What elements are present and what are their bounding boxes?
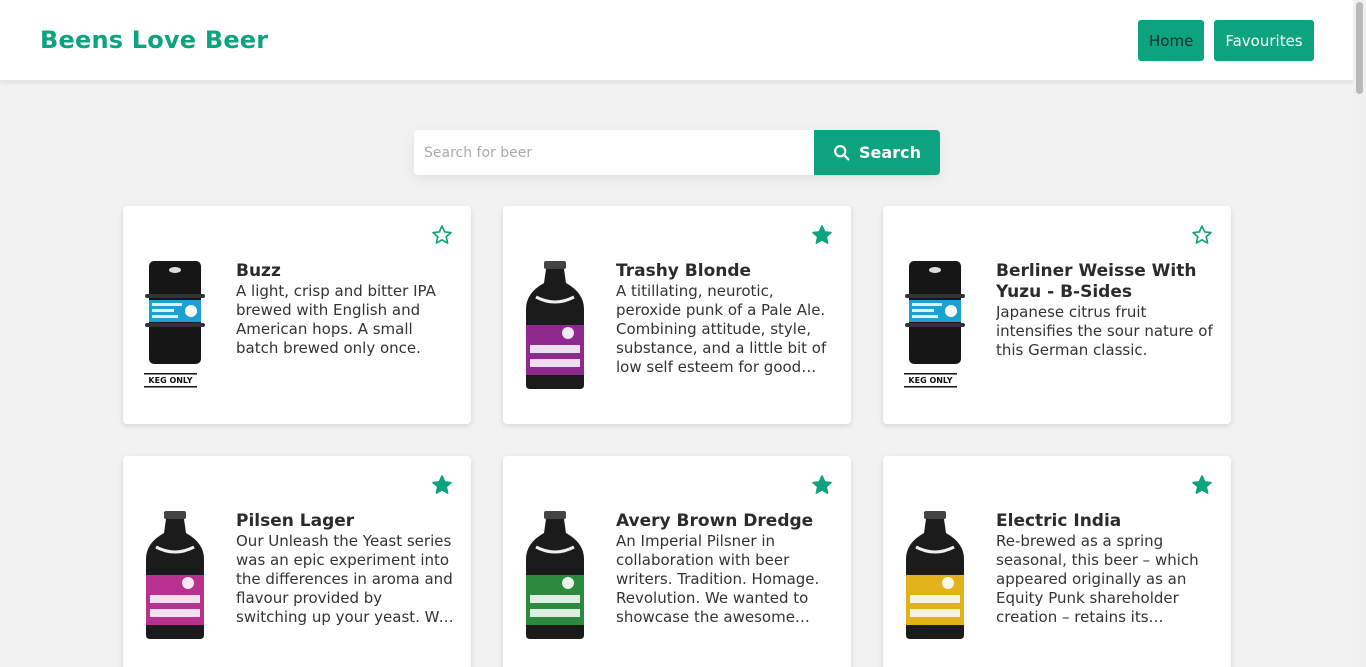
nav-favourites-button[interactable]: Favourites <box>1214 20 1314 61</box>
beer-description: A light, crisp and bitter IPA brewed wit… <box>236 282 436 357</box>
beer-description: An Imperial Pilsner in collaboration wit… <box>616 532 820 626</box>
keg-image: KEG ONLY <box>904 261 965 388</box>
beer-description: A titillating, neurotic, peroxide punk o… <box>616 282 827 376</box>
brand-title[interactable]: Beens Love Beer <box>40 26 268 54</box>
beer-name: Trashy Blonde <box>616 261 752 281</box>
beer-description: Re-brewed as a spring seasonal, this bee… <box>996 532 1199 626</box>
beer-card-text: Avery Brown Dredge An Imperial Pilsner i… <box>616 511 836 627</box>
star-outline-icon[interactable] <box>1191 224 1213 246</box>
beer-card[interactable]: Trashy Blonde A titillating, neurotic, p… <box>503 206 851 424</box>
search-button[interactable]: Search <box>814 130 940 175</box>
beer-card[interactable]: Pilsen Lager Our Unleash the Yeast serie… <box>123 456 471 667</box>
search-button-label: Search <box>859 143 921 162</box>
star-filled-icon[interactable] <box>431 474 453 496</box>
search-bar: Search <box>414 130 940 175</box>
beer-card[interactable]: Electric India Re-brewed as a spring sea… <box>883 456 1231 667</box>
beer-name: Avery Brown Dredge <box>616 511 814 531</box>
beer-card[interactable]: KEG ONLY Berliner Weisse With Yuzu - B-S… <box>883 206 1231 424</box>
beer-card-text: Buzz A light, crisp and bitter IPA brewe… <box>236 261 456 358</box>
beer-card-text: Electric India Re-brewed as a spring sea… <box>996 511 1216 627</box>
beer-description: Japanese citrus fruit intensifies the so… <box>996 303 1213 359</box>
star-filled-icon[interactable] <box>811 474 833 496</box>
beer-card-text: Berliner Weisse With Yuzu - B-Sides Japa… <box>996 261 1216 360</box>
beer-name: Pilsen Lager <box>236 511 355 531</box>
beer-name: Electric India <box>996 511 1122 531</box>
beer-description: Our Unleash the Yeast series was an epic… <box>236 532 453 626</box>
bottle-image <box>906 511 964 639</box>
keg-only-label: KEG ONLY <box>908 376 952 385</box>
scrollbar-thumb[interactable] <box>1356 2 1363 94</box>
bottle-image <box>526 261 584 389</box>
keg-only-label: KEG ONLY <box>148 376 192 385</box>
star-filled-icon[interactable] <box>1191 474 1213 496</box>
star-filled-icon[interactable] <box>811 224 833 246</box>
search-input[interactable] <box>414 130 814 175</box>
beer-card[interactable]: Avery Brown Dredge An Imperial Pilsner i… <box>503 456 851 667</box>
search-icon <box>834 145 850 161</box>
bottle-image <box>526 511 584 639</box>
beer-name: Buzz <box>236 261 281 281</box>
beer-card-text: Trashy Blonde A titillating, neurotic, p… <box>616 261 836 377</box>
top-navbar: Beens Love Beer Home Favourites <box>0 0 1353 81</box>
beer-name: Berliner Weisse With Yuzu - B-Sides <box>996 261 1197 302</box>
beer-card[interactable]: KEG ONLY Buzz A light, crisp and bitter … <box>123 206 471 424</box>
bottle-image <box>146 511 204 639</box>
scrollbar-track[interactable] <box>1353 0 1366 667</box>
beer-card-text: Pilsen Lager Our Unleash the Yeast serie… <box>236 511 456 627</box>
nav-home-button[interactable]: Home <box>1138 20 1204 61</box>
star-outline-icon[interactable] <box>431 224 453 246</box>
keg-image: KEG ONLY <box>144 261 205 388</box>
